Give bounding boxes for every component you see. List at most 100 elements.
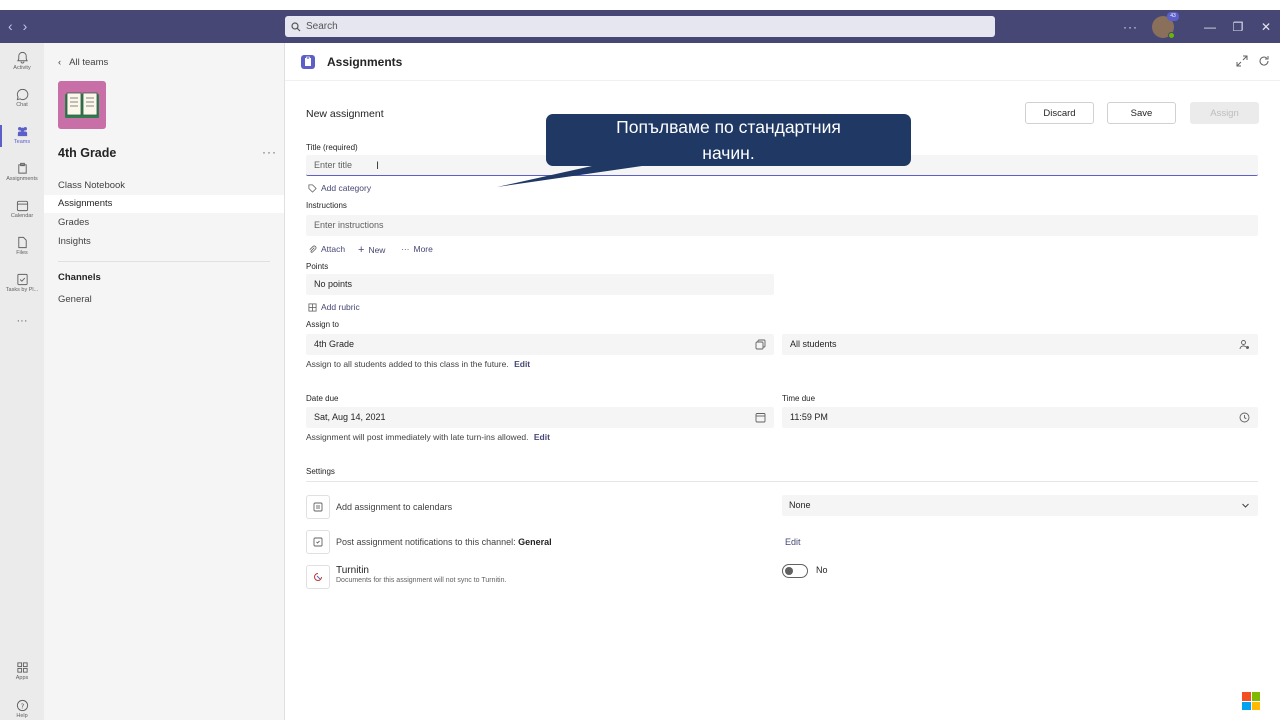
refresh-icon[interactable]: [1258, 55, 1270, 67]
expand-icon[interactable]: [1236, 55, 1248, 67]
rail-label: Calendar: [10, 213, 34, 219]
assign-class-select[interactable]: 4th Grade: [306, 334, 774, 355]
assign-class-value: 4th Grade: [314, 339, 355, 349]
attach-label: Attach: [321, 244, 346, 254]
header-actions: [1236, 55, 1270, 67]
date-due-label: Date due: [306, 394, 339, 403]
time-due-input[interactable]: 11:59 PM: [782, 407, 1258, 428]
callout-line-2: начин.: [702, 143, 755, 163]
assign-helper: Assign to all students added to this cla…: [306, 359, 530, 369]
save-button[interactable]: Save: [1107, 102, 1176, 124]
rail-item-calendar[interactable]: Calendar: [0, 199, 44, 219]
teams-icon: [17, 127, 27, 137]
nav-assignments[interactable]: Assignments: [44, 195, 284, 213]
turnitin-icon: [314, 573, 322, 581]
instructions-label: Instructions: [306, 201, 347, 210]
turnitin-toggle[interactable]: [782, 564, 808, 578]
app-title: Assignments: [327, 55, 403, 69]
files-icon: [17, 236, 27, 249]
rail-item-tasks[interactable]: Tasks by Pl...: [0, 273, 44, 293]
add-category-label: Add category: [321, 183, 372, 193]
notify-setting-prefix: Post assignment notifications to this ch…: [336, 537, 516, 547]
chevron-down-icon: [1242, 503, 1249, 508]
more-options-icon[interactable]: ···: [262, 145, 277, 159]
search-placeholder: Search: [306, 21, 338, 32]
attach-button[interactable]: Attach: [308, 244, 345, 254]
more-button[interactable]: ··· More: [401, 244, 433, 254]
rail-item-files[interactable]: Files: [0, 236, 44, 256]
microsoft-logo: [1242, 692, 1260, 710]
rail-item-apps[interactable]: Apps: [0, 661, 44, 681]
calendar-icon: [16, 200, 28, 212]
restore-icon[interactable]: ❐: [1224, 20, 1252, 34]
rail-item-assignments[interactable]: Assignments: [0, 162, 44, 182]
rail-label: Help: [16, 713, 28, 719]
tasks-icon: [16, 273, 28, 286]
assignments-app-icon: [301, 55, 315, 69]
assign-helper-text: Assign to all students added to this cla…: [306, 359, 509, 369]
assign-edit-link[interactable]: Edit: [514, 359, 530, 369]
notify-setting-icon: [306, 530, 330, 554]
assign-button[interactable]: Assign: [1190, 102, 1259, 124]
logo-square: [1251, 692, 1260, 701]
logo-square: [1251, 701, 1260, 710]
search-icon: [291, 21, 301, 31]
back-arrow-icon[interactable]: ‹: [8, 18, 13, 34]
more-apps-icon[interactable]: ···: [0, 315, 44, 327]
notebook-icon: [65, 92, 99, 118]
app-rail: Activity Chat Teams Assignments Calendar…: [0, 43, 44, 720]
avatar[interactable]: 43: [1152, 11, 1179, 39]
more-options-icon: ···: [401, 244, 410, 254]
copy-icon: [755, 339, 766, 350]
turnitin-title: Turnitin: [336, 565, 369, 576]
post-edit-link[interactable]: Edit: [534, 432, 550, 442]
svg-text:?: ?: [20, 701, 24, 710]
new-button[interactable]: + New: [358, 244, 385, 256]
nav-insights[interactable]: Insights: [44, 233, 284, 251]
more-options-icon[interactable]: ···: [1123, 20, 1138, 34]
bell-icon: [16, 51, 28, 64]
search-input[interactable]: Search: [285, 16, 995, 37]
rail-label: Tasks by Pl...: [5, 287, 39, 293]
discard-button[interactable]: Discard: [1025, 102, 1094, 124]
post-helper: Assignment will post immediately with la…: [306, 432, 550, 442]
assign-to-label: Assign to: [306, 320, 339, 329]
add-category-link[interactable]: Add category: [308, 183, 371, 193]
chevron-left-icon: ‹: [58, 57, 62, 68]
instructions-input[interactable]: Enter instructions: [306, 215, 1258, 236]
calendar-select[interactable]: None: [782, 495, 1258, 516]
channel-general[interactable]: General: [44, 291, 284, 309]
text-cursor-icon: I: [376, 160, 380, 172]
add-rubric-link[interactable]: Add rubric: [308, 302, 360, 312]
rail-item-activity[interactable]: Activity: [0, 51, 44, 71]
date-due-input[interactable]: Sat, Aug 14, 2021: [306, 407, 774, 428]
points-input[interactable]: No points: [306, 274, 774, 295]
assign-students-value: All students: [790, 339, 837, 349]
team-panel: ‹ All teams 4th Grade ··· Class Notebook…: [44, 43, 285, 720]
rail-item-chat[interactable]: Chat: [0, 88, 44, 108]
notification-icon: [313, 537, 323, 547]
nav-class-notebook[interactable]: Class Notebook: [44, 177, 284, 195]
team-name: 4th Grade: [58, 146, 117, 160]
forward-arrow-icon[interactable]: ›: [23, 18, 28, 34]
turnitin-subtitle: Documents for this assignment will not s…: [336, 577, 507, 584]
notify-edit-link[interactable]: Edit: [785, 537, 801, 547]
title-bar: ‹ › Search ··· 43 — ❐ ✕: [0, 10, 1280, 43]
time-due-value: 11:59 PM: [790, 412, 828, 422]
plus-icon: +: [358, 244, 365, 256]
rail-label: Files: [16, 250, 28, 256]
rail-item-help[interactable]: ? Help: [0, 699, 44, 719]
app-header: Assignments: [285, 43, 1280, 81]
minimize-icon[interactable]: —: [1196, 20, 1224, 34]
nav-arrows: ‹ ›: [8, 18, 27, 34]
rail-label: Chat: [16, 102, 28, 108]
rail-item-teams[interactable]: Teams: [0, 125, 44, 147]
turnitin-toggle-label: No: [816, 565, 828, 575]
all-teams-link[interactable]: ‹ All teams: [58, 57, 108, 68]
nav-grades[interactable]: Grades: [44, 214, 284, 232]
presence-indicator: [1168, 31, 1175, 39]
rail-label: Teams: [13, 139, 31, 145]
close-icon[interactable]: ✕: [1252, 20, 1280, 34]
rail-label: Assignments: [6, 176, 38, 182]
assign-students-select[interactable]: All students: [782, 334, 1258, 355]
